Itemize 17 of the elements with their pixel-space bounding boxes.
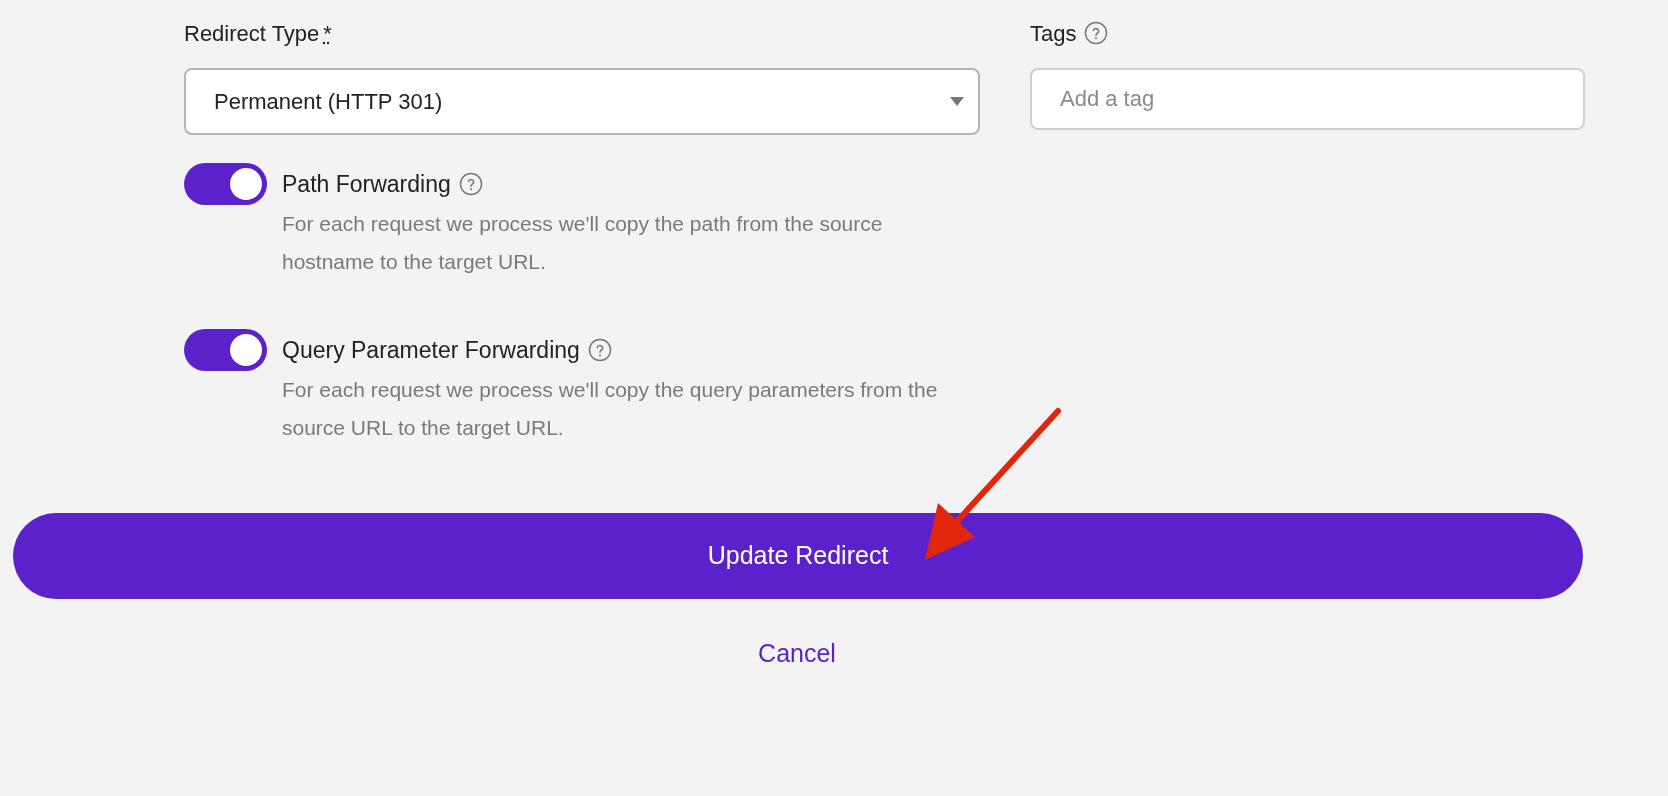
toggle-switch[interactable] xyxy=(184,329,267,371)
field-label: Redirect Type xyxy=(184,19,320,48)
toggle-label: Query Parameter Forwarding xyxy=(282,335,580,365)
toggle-label: Path Forwarding xyxy=(282,169,451,199)
cancel-link[interactable]: Cancel xyxy=(758,635,836,673)
toggle-description: For each request we process we'll copy the query parameters from the source URL to the target URL. xyxy=(282,377,939,441)
help-icon[interactable] xyxy=(458,172,483,196)
tags-input[interactable]: Add a tag xyxy=(1030,68,1585,130)
toggle-description: For each request we process we'll copy the path from the source hostname to the target URL. xyxy=(282,211,884,275)
help-icon[interactable] xyxy=(587,338,612,362)
caret-icon xyxy=(950,97,964,106)
help-icon[interactable] xyxy=(1084,21,1109,45)
required-marker: * xyxy=(323,19,332,48)
update-redirect-button[interactable]: Update Redirect xyxy=(13,513,1583,599)
redirect-type-select[interactable]: Permanent (HTTP 301) xyxy=(184,68,980,135)
toggle-switch[interactable] xyxy=(184,163,267,205)
field-label: Tags xyxy=(1030,19,1077,48)
